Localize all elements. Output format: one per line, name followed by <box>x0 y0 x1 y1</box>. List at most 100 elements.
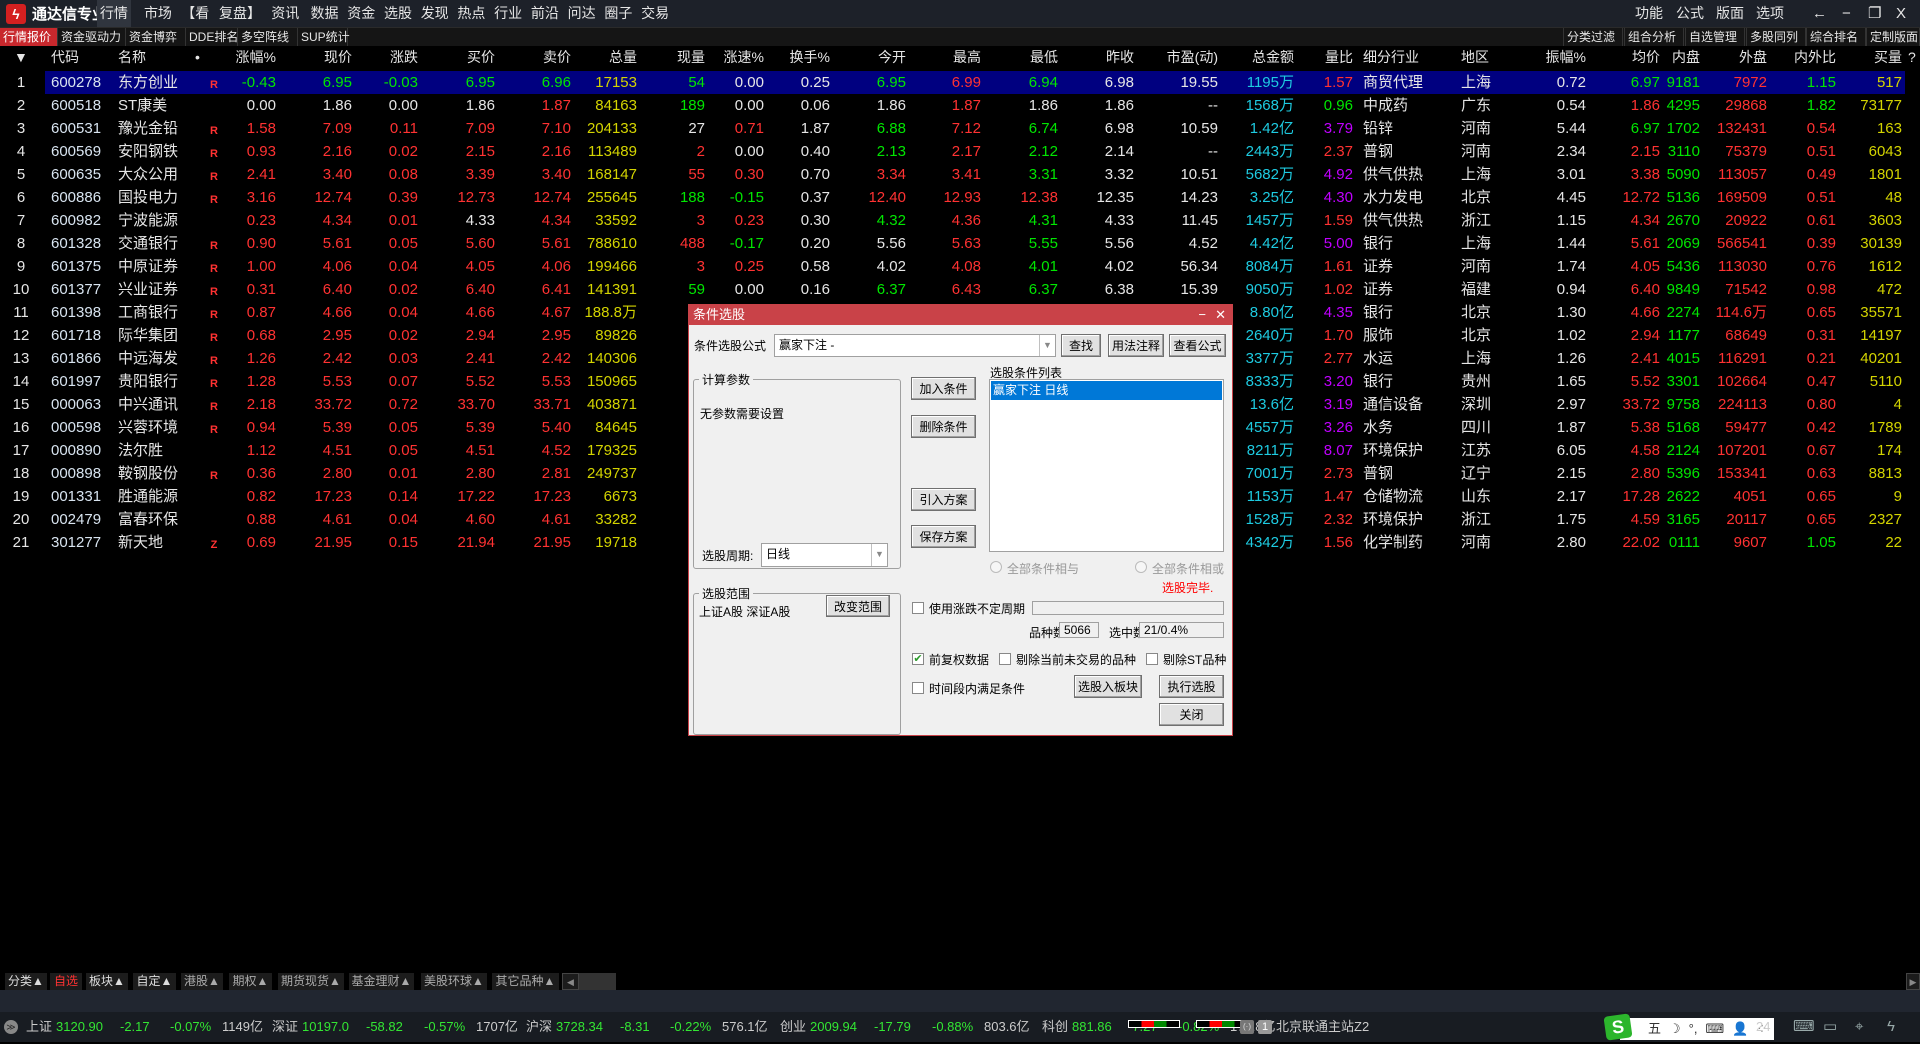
menu-right-2[interactable]: 版面 <box>1716 0 1744 27</box>
bottom-tab-0[interactable]: 分类▲ <box>5 973 47 990</box>
collapse-icon[interactable]: ≫ <box>4 1020 18 1034</box>
time-window-checkbox[interactable] <box>912 682 924 694</box>
table-row[interactable]: 2 600518 ST康美 0.00 1.86 0.00 1.86 1.87 84163 189 0… <box>0 94 1920 117</box>
column-header-bid_vol[interactable]: 买量 <box>1812 46 1902 68</box>
menu-item-7[interactable]: 选股 <box>380 0 417 27</box>
view-formula-button[interactable]: 查看公式 <box>1169 334 1226 357</box>
use-period-checkbox[interactable] <box>912 602 924 614</box>
satellite-icon[interactable]: ⌖ <box>1855 1012 1863 1042</box>
scroll-right-icon[interactable]: ▶ <box>1906 973 1920 990</box>
index-name[interactable]: 科创 <box>1042 1012 1068 1042</box>
dialog-title-bar[interactable]: 条件选股 − ✕ <box>689 305 1232 325</box>
subtab-right-4[interactable]: 综合排名 <box>1806 28 1866 47</box>
ime-icon-0[interactable]: 五 <box>1648 1014 1661 1044</box>
subtab-right-3[interactable]: 多股同列 <box>1746 28 1806 47</box>
minimize-icon[interactable]: − <box>1842 0 1851 27</box>
sort-icon[interactable]: ▼ <box>14 46 28 68</box>
add-to-block-button[interactable]: 选股入板块 <box>1074 675 1142 698</box>
menu-item-9[interactable]: 热点 <box>453 0 490 27</box>
menu-item-10[interactable]: 行业 <box>490 0 527 27</box>
table-row[interactable]: 8 601328 交通银行 R 0.90 5.61 0.05 5.60 5.61 788610 48… <box>0 232 1920 255</box>
ime-icon-3[interactable]: ⌨ <box>1705 1014 1724 1044</box>
ime-icon-2[interactable]: °, <box>1689 1014 1698 1044</box>
network-icon[interactable]: (·) <box>1240 1020 1254 1034</box>
find-button[interactable]: 查找 <box>1061 334 1101 357</box>
column-header-vol_ratio[interactable]: 量比 <box>1263 46 1353 68</box>
radio-and[interactable] <box>990 561 1002 573</box>
subtab-right-2[interactable]: 自选管理 <box>1685 28 1745 47</box>
menu-item-6[interactable]: 资金 <box>343 0 380 27</box>
column-header-prev[interactable]: 昨收 <box>1044 46 1134 68</box>
subtab-4[interactable]: 多空阵线 <box>238 28 298 47</box>
table-row[interactable]: 3 600531 豫光金铅 R 1.58 7.09 0.11 7.09 7.10 204133 27… <box>0 117 1920 140</box>
menu-right-3[interactable]: 选项 <box>1756 0 1784 27</box>
back-arrow-icon[interactable]: ← <box>1812 0 1827 27</box>
pre-adjust-checkbox[interactable]: ✔ <box>912 653 924 665</box>
subtab-right-5[interactable]: 定制版面 <box>1866 28 1920 47</box>
save-plan-button[interactable]: 保存方案 <box>911 525 976 548</box>
condition-list[interactable]: 赢家下注 日线 <box>989 379 1224 552</box>
subtab-1[interactable]: 资金驱动力 <box>58 28 126 47</box>
menu-item-13[interactable]: 圈子 <box>600 0 637 27</box>
close-button[interactable]: 关闭 <box>1159 703 1224 726</box>
table-row[interactable]: 9 601375 中原证券 R 1.00 4.06 0.04 4.05 4.06 199466 3 0… <box>0 255 1920 278</box>
subtab-0[interactable]: 行情报价 <box>0 28 58 47</box>
bottom-tab-5[interactable]: 期权▲ <box>229 973 272 990</box>
subtab-3[interactable]: DDE排名 <box>186 28 238 47</box>
exclude-st-checkbox[interactable] <box>1146 653 1158 665</box>
table-row[interactable]: 1 600278 东方创业 R -0.43 6.95 -0.03 6.95 6.96 17153 5… <box>17 71 1905 94</box>
help-icon[interactable]: ? <box>1908 46 1916 68</box>
menu-item-3[interactable]: 复盘】 <box>218 0 262 27</box>
close-icon[interactable]: X <box>1896 0 1906 27</box>
subtab-2[interactable]: 资金博弈 <box>126 28 186 47</box>
index-name[interactable]: 深证 <box>272 1012 298 1042</box>
menu-item-11[interactable]: 前沿 <box>527 0 564 27</box>
table-row[interactable]: 10 601377 兴业证券 R 0.31 6.40 0.02 6.40 6.41 141391 5… <box>0 278 1920 301</box>
period-field[interactable] <box>1032 601 1224 615</box>
subtab-right-0[interactable]: 分类过滤 <box>1563 28 1623 47</box>
menu-item-5[interactable]: 数据 <box>306 0 343 27</box>
menu-item-14[interactable]: 交易 <box>637 0 674 27</box>
import-plan-button[interactable]: 引入方案 <box>911 488 976 511</box>
menu-item-4[interactable]: 资讯 <box>267 0 304 27</box>
exclude-untraded-checkbox[interactable] <box>999 653 1011 665</box>
menu-item-12[interactable]: 问达 <box>563 0 600 27</box>
monitor-icon[interactable]: ▭ <box>1823 1012 1837 1042</box>
bottom-tab-2[interactable]: 板块▲ <box>86 973 128 990</box>
ime-icon-1[interactable]: ☽ <box>1669 1014 1681 1044</box>
bottom-tab-4[interactable]: 港股▲ <box>181 973 223 990</box>
add-condition-button[interactable]: 加入条件 <box>911 377 976 400</box>
ime-toolbar[interactable]: 五 ☽ °, ⌨ 👤 ⁘ <box>1620 1018 1774 1040</box>
index-name[interactable]: 沪深 <box>526 1012 552 1042</box>
lightning-icon[interactable]: ϟ <box>1887 1012 1895 1042</box>
index-name[interactable]: 创业 <box>780 1012 806 1042</box>
table-row[interactable]: 6 600886 国投电力 R 3.16 12.74 0.39 12.73 12.74 25564… <box>0 186 1920 209</box>
horizontal-scrollbar[interactable] <box>579 973 616 990</box>
usage-button[interactable]: 用法注释 <box>1108 334 1164 357</box>
keyboard-icon[interactable]: ⌨ <box>1793 1012 1815 1042</box>
change-range-button[interactable]: 改变范围 <box>826 595 890 617</box>
table-row[interactable]: 4 600569 安阳钢铁 R 0.93 2.16 0.02 2.15 2.16 113489 2 0… <box>0 140 1920 163</box>
table-row[interactable]: 7 600982 宁波能源 0.23 4.34 0.01 4.33 4.34 33592 3 0.2… <box>0 209 1920 232</box>
menu-item-0[interactable]: 行情 <box>96 0 132 27</box>
close-icon[interactable]: ✕ <box>1215 305 1226 325</box>
menu-item-2[interactable]: 【看盘 <box>175 0 215 48</box>
ime-icon-4[interactable]: 👤 <box>1732 1014 1748 1044</box>
minimize-icon[interactable]: − <box>1198 305 1206 325</box>
bottom-tab-1[interactable]: 自选 <box>50 973 82 990</box>
radio-or[interactable] <box>1135 561 1147 573</box>
subtab-5[interactable]: SUP统计 <box>298 28 350 47</box>
index-name[interactable]: 上证 <box>26 1012 52 1042</box>
table-row[interactable]: 5 600635 大众公用 R 2.41 3.40 0.08 3.39 3.40 168147 55… <box>0 163 1920 186</box>
scroll-left-icon[interactable]: ◀ <box>562 973 579 990</box>
server-name[interactable]: 北京联通主站Z2 <box>1276 1012 1369 1042</box>
menu-item-1[interactable]: 市场 <box>136 0 180 27</box>
formula-select[interactable]: 赢家下注 - ▼ <box>774 334 1056 357</box>
bottom-tab-9[interactable]: 其它品种▲ <box>492 973 559 990</box>
menu-item-8[interactable]: 发现 <box>416 0 453 27</box>
column-header-industry[interactable]: 细分行业 <box>1363 46 1463 68</box>
subtab-right-1[interactable]: 组合分析 <box>1624 28 1684 47</box>
ime-logo-icon[interactable]: S <box>1603 1013 1633 1041</box>
bottom-tab-6[interactable]: 期货现货▲ <box>278 973 344 990</box>
menu-right-0[interactable]: 功能 <box>1635 0 1663 27</box>
